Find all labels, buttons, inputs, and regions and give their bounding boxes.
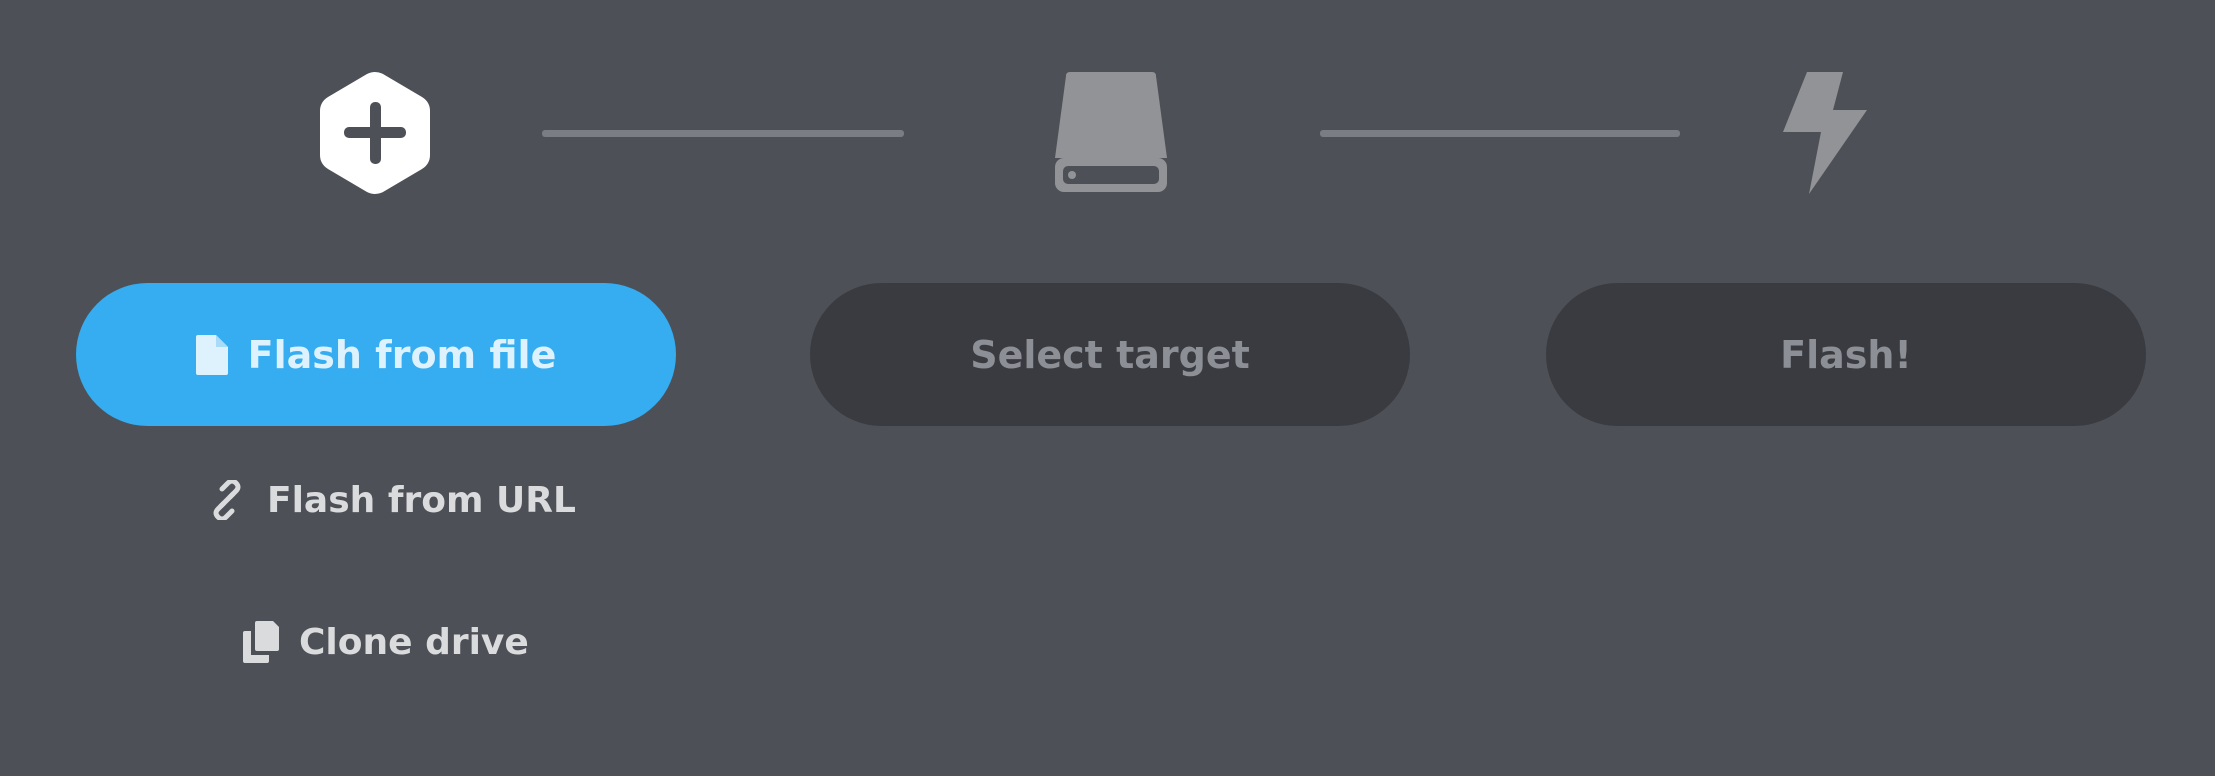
file-icon bbox=[195, 334, 228, 375]
flash-from-url-label: Flash from URL bbox=[267, 479, 576, 521]
clone-drive-label: Clone drive bbox=[299, 621, 529, 663]
plus-hexagon-icon bbox=[318, 70, 432, 196]
flash-from-file-label: Flash from file bbox=[247, 332, 557, 377]
select-target-button[interactable]: Select target bbox=[810, 283, 1410, 426]
flash-from-url-link[interactable]: Flash from URL bbox=[207, 472, 576, 528]
flash-from-file-button[interactable]: Flash from file bbox=[76, 283, 676, 426]
copy-icon bbox=[243, 621, 279, 663]
lightning-bolt-icon bbox=[1783, 72, 1867, 194]
flash-button[interactable]: Flash! bbox=[1546, 283, 2146, 426]
link-icon bbox=[207, 478, 247, 522]
flash-label: Flash! bbox=[1780, 332, 1912, 377]
etcher-main-view: Flash from file Select target Flash! Fla… bbox=[0, 0, 2215, 776]
step-connector-2 bbox=[1320, 130, 1680, 137]
step-connector-1 bbox=[542, 130, 904, 137]
clone-drive-link[interactable]: Clone drive bbox=[243, 614, 529, 670]
hard-drive-icon bbox=[1052, 72, 1170, 194]
select-target-label: Select target bbox=[970, 332, 1250, 377]
